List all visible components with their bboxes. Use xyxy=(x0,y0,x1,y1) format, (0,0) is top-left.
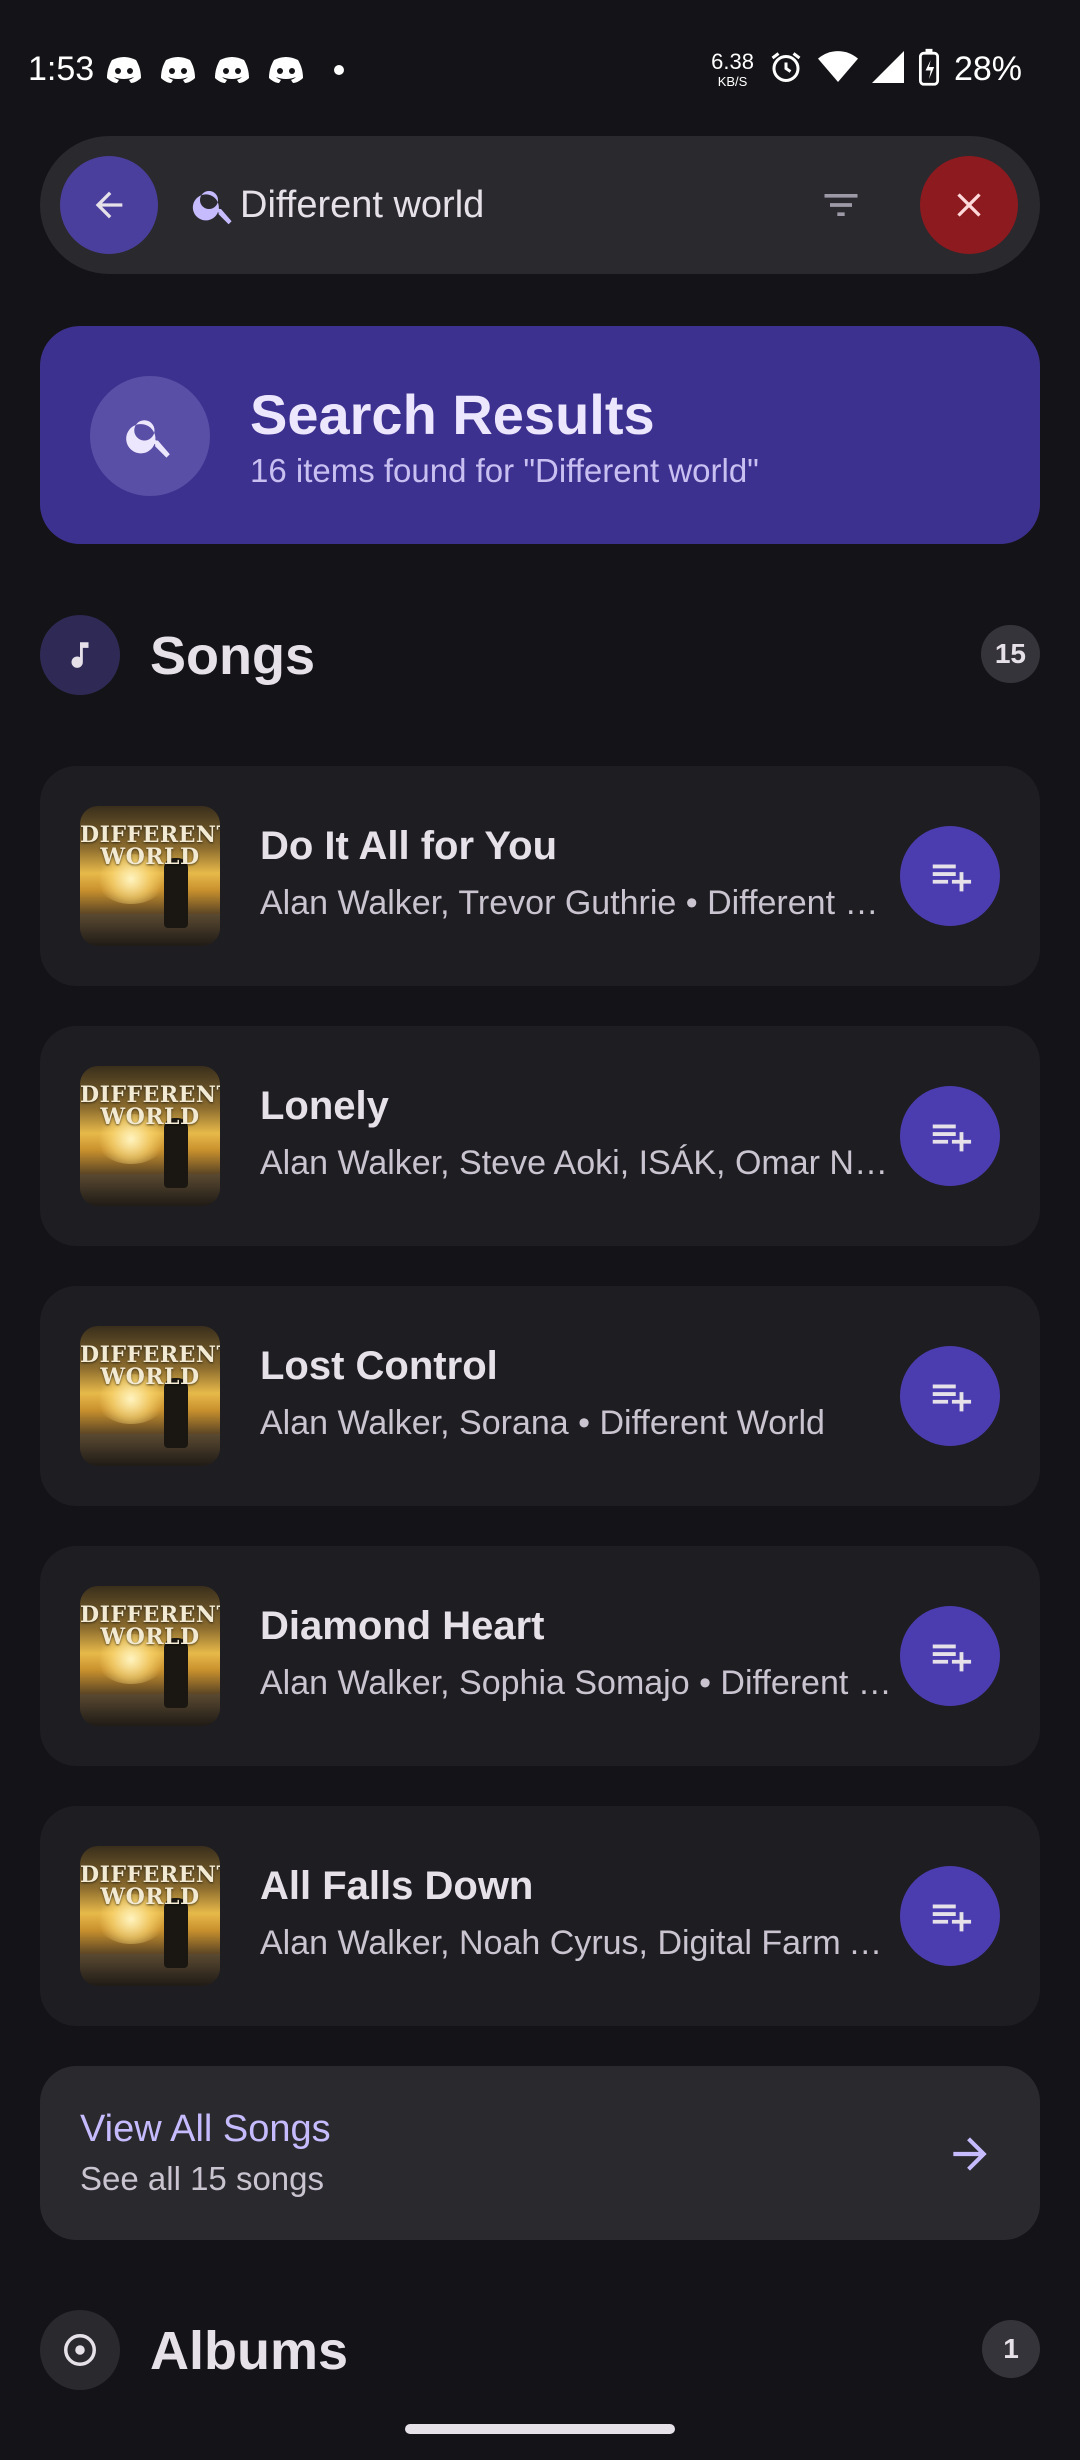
discord-icon xyxy=(104,50,144,90)
albums-section-header: Albums 1 xyxy=(40,2310,1040,2390)
more-notifications-dot-icon xyxy=(334,65,344,75)
section-icon-badge xyxy=(40,615,120,695)
view-all-title: View All Songs xyxy=(80,2108,331,2150)
cell-signal-icon xyxy=(871,51,904,88)
album-art-text: DIFFERENT WORLD xyxy=(80,1602,220,1650)
search-input[interactable] xyxy=(240,168,800,242)
album-art-text: DIFFERENT WORLD xyxy=(80,1862,220,1910)
close-icon xyxy=(957,193,981,217)
song-title: Lost Control xyxy=(260,1344,498,1388)
album-art: DIFFERENT WORLD xyxy=(80,1326,220,1466)
battery-charging-icon xyxy=(918,48,940,91)
album-art: DIFFERENT WORLD xyxy=(80,1066,220,1206)
song-row[interactable]: DIFFERENT WORLD All Falls Down Alan Walk… xyxy=(40,1806,1040,2026)
playlist-add-icon xyxy=(932,1644,972,1672)
battery-percent: 28% xyxy=(953,50,1022,88)
status-right: 6.38 KB/S 28% xyxy=(711,48,1022,91)
filter-button[interactable] xyxy=(810,174,872,236)
song-artists: Alan Walker, Noah Cyrus, Digital Farm An… xyxy=(260,1924,900,1962)
status-bar: 1:53 6.38 KB/S 28% xyxy=(0,0,1080,140)
album-art: DIFFERENT WORLD xyxy=(80,1846,220,1986)
screen: 1:53 6.38 KB/S 28% Different world Searc… xyxy=(0,0,1080,2460)
song-title: Diamond Heart xyxy=(260,1604,545,1648)
alarm-icon xyxy=(768,49,804,90)
add-to-queue-button[interactable] xyxy=(900,1346,1000,1446)
discord-icon xyxy=(158,50,198,90)
add-to-queue-button[interactable] xyxy=(900,1866,1000,1966)
song-row[interactable]: DIFFERENT WORLD Diamond Heart Alan Walke… xyxy=(40,1546,1040,1766)
playlist-add-icon xyxy=(932,1124,972,1152)
add-to-queue-button[interactable] xyxy=(900,826,1000,926)
view-all-subtitle: See all 15 songs xyxy=(80,2160,325,2197)
album-art-text: DIFFERENT WORLD xyxy=(80,1082,220,1130)
album-icon xyxy=(64,2334,96,2366)
notification-icons xyxy=(104,50,344,90)
results-icon-badge xyxy=(90,376,210,496)
playlist-add-icon xyxy=(932,864,972,892)
view-all-songs-button[interactable]: View All Songs See all 15 songs xyxy=(40,2066,1040,2240)
status-time: 1:53 xyxy=(28,50,95,88)
discord-icon xyxy=(266,50,306,90)
music-note-icon xyxy=(71,642,89,668)
section-icon-badge xyxy=(40,2310,120,2390)
song-row[interactable]: DIFFERENT WORLD Do It All for You Alan W… xyxy=(40,766,1040,986)
playlist-add-icon xyxy=(932,1904,972,1932)
network-speed: 6.38 KB/S xyxy=(711,49,754,89)
arrow-back-icon xyxy=(95,191,123,219)
arrow-forward-icon xyxy=(940,2124,1000,2184)
song-title: Lonely xyxy=(260,1084,389,1128)
clear-search-button[interactable] xyxy=(920,156,1018,254)
wifi-icon xyxy=(817,50,858,89)
album-art: DIFFERENT WORLD xyxy=(80,806,220,946)
search-icon xyxy=(126,420,170,458)
add-to-queue-button[interactable] xyxy=(900,1086,1000,1186)
song-list: DIFFERENT WORLD Do It All for You Alan W… xyxy=(40,766,1040,2066)
results-title: Search Results xyxy=(250,383,655,446)
songs-count-badge: 15 xyxy=(980,625,1040,683)
back-button[interactable] xyxy=(60,156,158,254)
song-title: All Falls Down xyxy=(260,1864,534,1908)
song-row[interactable]: DIFFERENT WORLD Lost Control Alan Walker… xyxy=(40,1286,1040,1506)
albums-count-badge: 1 xyxy=(982,2320,1040,2378)
album-art: DIFFERENT WORLD xyxy=(80,1586,220,1726)
song-title: Do It All for You xyxy=(260,824,558,868)
filter-icon xyxy=(824,194,858,216)
song-artists: Alan Walker, Steve Aoki, ISÁK, Omar Noir… xyxy=(260,1144,900,1182)
albums-section-title: Albums xyxy=(150,2321,349,2381)
album-art-text: DIFFERENT WORLD xyxy=(80,1342,220,1390)
add-to-queue-button[interactable] xyxy=(900,1606,1000,1706)
song-artists: Alan Walker, Sophia Somajo • Different W… xyxy=(260,1664,900,1702)
album-art-text: DIFFERENT WORLD xyxy=(80,822,220,870)
songs-section-title: Songs xyxy=(150,626,316,686)
network-speed-unit: KB/S xyxy=(717,74,748,89)
search-icon xyxy=(192,191,232,225)
song-artists: Alan Walker, Trevor Guthrie • Different … xyxy=(260,884,900,922)
network-speed-value: 6.38 xyxy=(711,49,754,74)
discord-icon xyxy=(212,50,252,90)
home-indicator[interactable] xyxy=(405,2424,675,2434)
results-subtitle: 16 items found for "Different world" xyxy=(250,452,759,489)
song-row[interactable]: DIFFERENT WORLD Lonely Alan Walker, Stev… xyxy=(40,1026,1040,1246)
playlist-add-icon xyxy=(932,1384,972,1412)
search-bar xyxy=(40,136,1040,274)
search-results-card: Search Results 16 items found for "Diffe… xyxy=(40,326,1040,544)
songs-section-header: Songs 15 xyxy=(40,615,1040,695)
song-artists: Alan Walker, Sorana • Different World xyxy=(260,1404,825,1442)
